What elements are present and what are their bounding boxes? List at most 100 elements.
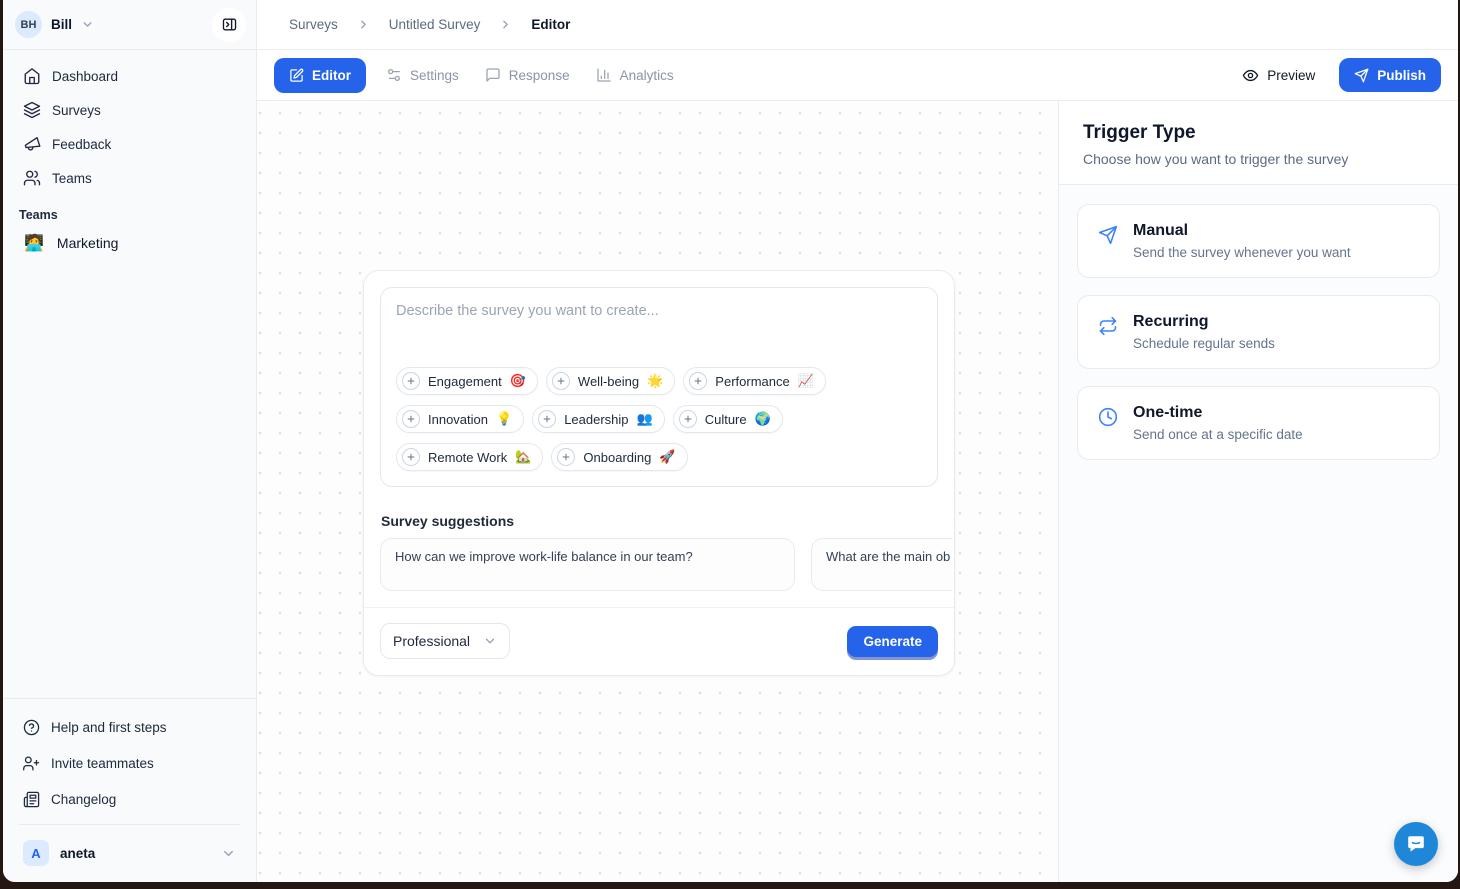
main-area: Surveys Untitled Survey Editor Editor [257,0,1458,882]
sidebar-item-changelog[interactable]: Changelog [15,781,244,817]
plus-icon [402,448,420,466]
workspace-switcher[interactable]: BH Bill [3,0,256,50]
chevron-right-icon [357,18,370,31]
chevron-right-icon [499,18,512,31]
preview-button[interactable]: Preview [1242,67,1315,84]
topic-chip-innovation[interactable]: Innovation 💡 [396,405,524,433]
topic-chip-engagement[interactable]: Engagement 🎯 [396,367,538,395]
editor-canvas: Describe the survey you want to create..… [257,101,1058,882]
composer-footer: Professional Generate [364,607,954,675]
teams-section-label: Teams [19,208,240,222]
chat-bubble-icon [1405,833,1427,855]
panel-title: Trigger Type [1083,122,1434,144]
home-icon [23,67,41,85]
clock-icon [1098,407,1118,442]
plus-icon [557,448,575,466]
sidebar-item-label: Surveys [52,103,101,118]
help-circle-icon [23,719,40,736]
team-emoji: 🧑‍💻 [24,233,44,253]
trigger-type-panel: Trigger Type Choose how you want to trig… [1058,101,1458,882]
sidebar-item-invite[interactable]: Invite teammates [15,745,244,781]
chevron-down-icon [81,18,94,31]
send-icon [1098,225,1118,260]
generate-button[interactable]: Generate [847,626,938,657]
option-title: Manual [1133,222,1351,240]
sidebar-collapse-button[interactable] [212,8,246,42]
tone-value: Professional [393,633,470,649]
trigger-option-manual[interactable]: Manual Send the survey whenever you want [1077,204,1440,278]
publish-label: Publish [1377,68,1426,83]
topic-emoji: 🚀 [659,449,675,465]
trigger-option-recurring[interactable]: Recurring Schedule regular sends [1077,295,1440,369]
newspaper-icon [23,791,40,808]
tab-label: Analytics [620,68,674,83]
app-window: BH Bill Dashboard Surveys [3,0,1458,882]
panel-body: Manual Send the survey whenever you want… [1059,185,1458,882]
trigger-option-one-time[interactable]: One-time Send once at a specific date [1077,386,1440,460]
tab-analytics[interactable]: Analytics [596,67,674,83]
account-menu[interactable]: A aneta [15,832,244,874]
workspace-name: Bill [51,17,72,32]
plus-icon [402,372,420,390]
plus-icon [402,410,420,428]
topic-emoji: 👥 [637,411,653,427]
account-avatar: A [23,840,49,866]
publish-button[interactable]: Publish [1339,58,1441,92]
sidebar: BH Bill Dashboard Surveys [3,0,257,882]
plus-icon [679,410,697,428]
tab-editor[interactable]: Editor [274,58,366,93]
topic-emoji: 📈 [798,373,814,389]
tab-settings[interactable]: Settings [386,67,459,83]
topic-emoji: 🎯 [510,373,526,389]
message-icon [485,67,501,83]
repeat-icon [1098,316,1118,351]
editor-toolbar: Editor Settings Response Analytics [257,50,1458,101]
breadcrumb-editor: Editor [531,17,570,32]
option-description: Send once at a specific date [1133,427,1303,442]
topic-chip-culture[interactable]: Culture 🌍 [673,405,783,433]
user-plus-icon [23,755,40,772]
breadcrumb-surveys[interactable]: Surveys [289,17,338,32]
divider [19,824,240,825]
account-name: aneta [60,846,95,861]
topic-chip-well-being[interactable]: Well-being 🌟 [546,367,675,395]
chat-launcher-button[interactable] [1394,822,1438,866]
topic-chip-leadership[interactable]: Leadership 👥 [532,405,665,433]
users-icon [23,169,41,187]
sidebar-item-label: Dashboard [52,69,118,84]
breadcrumb: Surveys Untitled Survey Editor [257,0,1458,50]
topic-emoji: 💡 [496,411,512,427]
plus-icon [538,410,556,428]
tab-label: Editor [312,68,351,83]
tone-select[interactable]: Professional [380,623,510,659]
sidebar-footer: Help and first steps Invite teammates Ch… [3,698,256,882]
sidebar-item-dashboard[interactable]: Dashboard [15,59,244,93]
plus-icon [689,372,707,390]
topic-emoji: 🌍 [755,411,771,427]
sidebar-item-label: Help and first steps [51,720,167,735]
topic-emoji: 🏡 [515,449,531,465]
option-title: One-time [1133,404,1303,422]
tab-response[interactable]: Response [485,67,570,83]
sidebar-item-teams[interactable]: Teams [15,161,244,195]
sidebar-item-surveys[interactable]: Surveys [15,93,244,127]
topic-chip-onboarding[interactable]: Onboarding 🚀 [551,443,687,471]
suggestion-card[interactable]: How can we improve work-life balance in … [380,538,795,591]
breadcrumb-untitled-survey[interactable]: Untitled Survey [389,17,481,32]
panel-header: Trigger Type Choose how you want to trig… [1059,101,1458,185]
suggestion-card[interactable]: What are the main ob [811,538,952,591]
topic-chip-remote-work[interactable]: Remote Work 🏡 [396,443,543,471]
sidebar-item-help[interactable]: Help and first steps [15,709,244,745]
suggestions-title: Survey suggestions [381,513,938,529]
layers-icon [23,101,41,119]
sidebar-item-feedback[interactable]: Feedback [15,127,244,161]
panel-toggle-icon [221,16,238,33]
edit-icon [289,68,304,83]
topic-chip-performance[interactable]: Performance 📈 [683,367,826,395]
plus-icon [552,372,570,390]
sidebar-item-label: Feedback [52,137,111,152]
sidebar-item-team-marketing[interactable]: 🧑‍💻 Marketing [15,226,244,260]
tab-label: Response [509,68,570,83]
survey-description-input[interactable]: Describe the survey you want to create..… [380,287,938,487]
input-placeholder: Describe the survey you want to create..… [396,303,922,319]
